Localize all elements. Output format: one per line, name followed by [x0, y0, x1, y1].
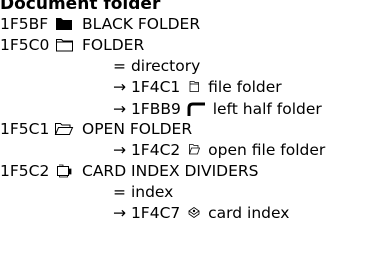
character-name: OPEN FOLDER: [82, 120, 193, 138]
arrow-icon: →: [113, 100, 126, 118]
note-prefix: =: [113, 57, 126, 75]
note-text: directory: [130, 57, 201, 75]
file-folder-icon: [185, 78, 203, 99]
entry-row-1f5c0: 1F5C0 FOLDER: [0, 35, 392, 56]
character-name: CARD INDEX DIVIDERS: [82, 162, 259, 180]
open-file-folder-icon: [185, 141, 203, 162]
reference-code: 1F4C7: [130, 204, 181, 222]
entry-row-1f5bf: 1F5BF BLACK FOLDER: [0, 14, 392, 35]
cross-reference-note: → 1FBB9 left half folder: [113, 98, 322, 120]
note-text: index: [130, 183, 174, 201]
section-header: Document folder: [0, 0, 160, 14]
note-text: open file folder: [208, 141, 326, 159]
code-point: 1F5C2: [0, 162, 50, 180]
card-index-icon: [185, 204, 203, 225]
entry-row-1f5c2: 1F5C2 CARD INDEX DIVIDERS: [0, 161, 392, 182]
left-half-folder-icon: [186, 98, 208, 119]
code-point: 1F5C1: [0, 120, 50, 138]
open-folder-icon: [54, 119, 74, 140]
section-title: Document folder: [0, 0, 161, 14]
cross-reference-note: → 1F4C2 open file folder: [113, 140, 325, 162]
note-text: card index: [208, 204, 290, 222]
note-text: file folder: [208, 78, 282, 96]
alias-note: = index: [113, 182, 173, 203]
arrow-icon: →: [113, 204, 126, 222]
note-text: left half folder: [212, 100, 322, 118]
reference-code: 1F4C2: [130, 141, 181, 159]
cross-reference-note: → 1F4C1 file folder: [113, 77, 282, 99]
character-name: BLACK FOLDER: [82, 15, 201, 33]
alias-note: = directory: [113, 56, 200, 77]
note-prefix: =: [113, 183, 126, 201]
entry-row-1f5c1: 1F5C1 OPEN FOLDER: [0, 119, 392, 140]
cross-reference-note: → 1F4C7 card index: [113, 203, 289, 225]
folder-icon: [54, 35, 74, 56]
code-point: 1F5BF: [0, 15, 49, 33]
code-point: 1F5C0: [0, 36, 50, 54]
card-index-dividers-icon: [54, 161, 74, 182]
arrow-icon: →: [113, 78, 126, 96]
reference-code: 1F4C1: [130, 78, 181, 96]
character-name: FOLDER: [82, 36, 145, 54]
black-folder-icon: [54, 14, 74, 35]
unicode-chart-page: Document folder 1F5BF BLACK FOLDER 1F5C0…: [0, 0, 392, 280]
reference-code: 1FBB9: [130, 100, 181, 118]
arrow-icon: →: [113, 141, 126, 159]
